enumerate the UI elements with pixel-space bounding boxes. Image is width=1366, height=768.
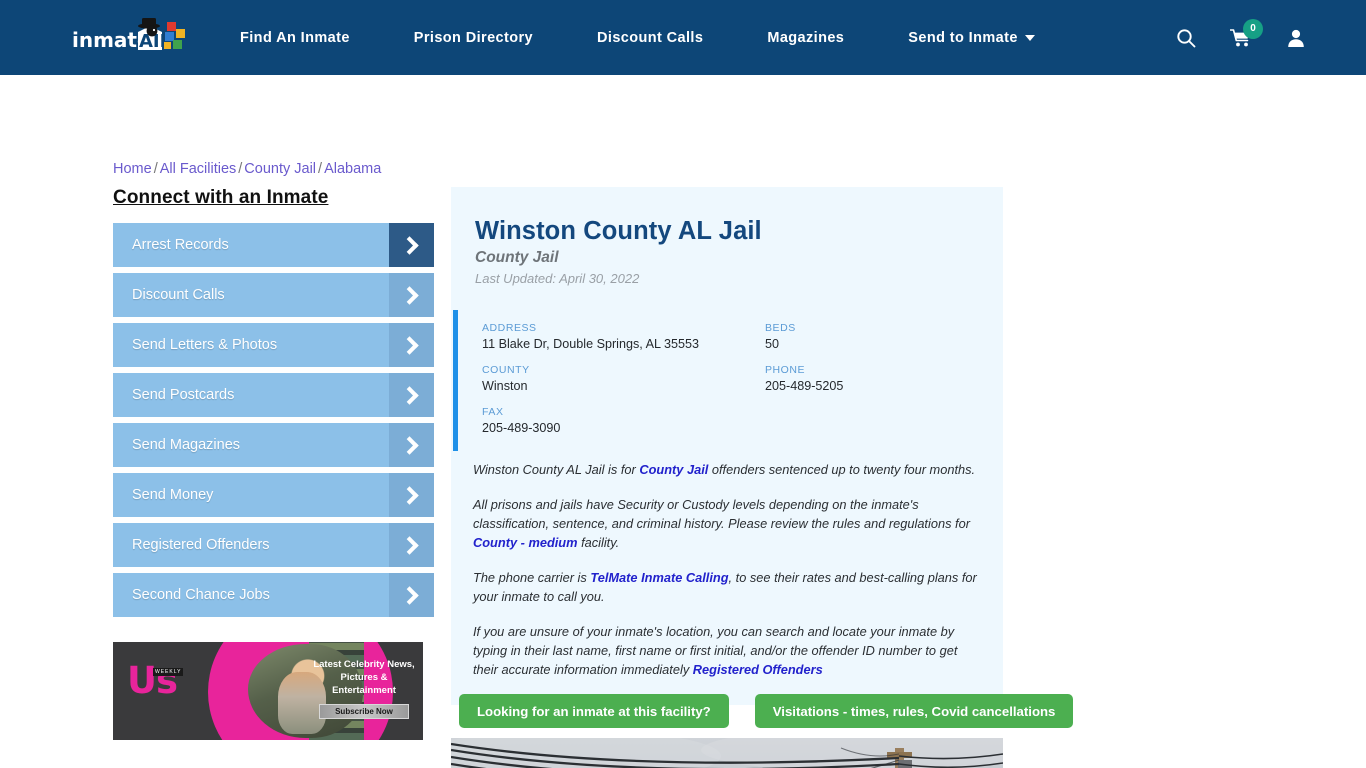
page-title: Winston County AL Jail [475,217,762,245]
nav-prison-directory[interactable]: Prison Directory [414,30,533,46]
description-paragraph-3: The phone carrier is TelMate Inmate Call… [473,569,979,607]
link-county-jail[interactable]: County Jail [639,462,708,477]
chevron-right-icon [389,273,434,317]
chevron-right-icon [389,373,434,417]
sidebar-item-send-money[interactable]: Send Money [113,473,434,517]
sidebar-item-send-letters-photos[interactable]: Send Letters & Photos [113,323,434,367]
link-registered-offenders[interactable]: Registered Offenders [693,662,823,677]
detail-label: COUNTY [482,364,530,376]
description-paragraph-2: All prisons and jails have Security or C… [473,496,979,553]
sidebar-item-discount-calls[interactable]: Discount Calls [113,273,434,317]
breadcrumb-separator-2: / [238,161,243,177]
cart-count-badge: 0 [1243,18,1263,39]
facility-photo-image [451,738,1003,768]
chevron-right-icon [389,223,434,267]
sidebar-item-label: Second Chance Jobs [132,587,270,603]
nav-magazines[interactable]: Magazines [767,30,844,46]
cta-button-row: Looking for an inmate at this facility? … [459,694,1074,728]
link-telmate-inmate-calling[interactable]: TelMate Inmate Calling [590,570,728,585]
sidebar: Connect with an Inmate Arrest Records Di… [113,187,434,623]
facility-type: County Jail [475,249,559,266]
detail-address: ADDRESS 11 Blake Dr, Double Springs, AL … [482,322,765,351]
facility-photo [451,738,1003,768]
detail-fax: FAX 205-489-3090 [482,406,765,435]
chevron-right-icon [389,423,434,467]
facility-details-grid: ADDRESS 11 Blake Dr, Double Springs, AL … [453,310,1003,451]
advertisement-banner[interactable]: Us WEEKLY Latest Celebrity News, Picture… [113,642,423,740]
detail-value: 205-489-5205 [765,379,844,393]
detail-value: 205-489-3090 [482,421,561,435]
main-navigation: Find An Inmate Prison Directory Discount… [240,0,1035,75]
sidebar-item-label: Send Magazines [132,437,241,453]
ad-subscribe-button[interactable]: Subscribe Now [319,704,409,719]
nav-send-to-inmate[interactable]: Send to Inmate [908,30,1035,46]
user-account-icon[interactable] [1286,28,1306,48]
sidebar-item-label: Discount Calls [132,287,225,303]
chevron-down-icon [1024,34,1035,41]
visitations-button[interactable]: Visitations - times, rules, Covid cancel… [754,694,1074,728]
detail-value: 11 Blake Dr, Double Springs, AL 35553 [482,337,700,351]
p2-text-a: All prisons and jails have Security or C… [473,496,970,531]
sidebar-item-send-postcards[interactable]: Send Postcards [113,373,434,417]
facility-description: Winston County AL Jail is for County Jai… [451,451,1003,705]
detail-label: FAX [482,406,504,418]
sidebar-item-send-magazines[interactable]: Send Magazines [113,423,434,467]
sidebar-item-label: Send Postcards [132,387,235,403]
sidebar-item-second-chance-jobs[interactable]: Second Chance Jobs [113,573,434,617]
detail-value: 50 [765,337,780,351]
ad-brand-sublabel: WEEKLY [153,668,184,676]
breadcrumb-separator-1: / [153,161,158,177]
detail-phone: PHONE 205-489-5205 [765,364,1003,393]
nav-find-an-inmate[interactable]: Find An Inmate [240,30,350,46]
sidebar-item-label: Send Letters & Photos [132,337,278,353]
search-icon[interactable] [1176,28,1196,48]
breadcrumb-all-facilities[interactable]: All Facilities [160,161,237,177]
inmateaid-logo[interactable]: inmate AID [72,16,194,60]
sidebar-item-label: Arrest Records [132,237,229,253]
breadcrumb-alabama[interactable]: Alabama [324,161,381,177]
breadcrumb-home[interactable]: Home [113,161,152,177]
detail-label: PHONE [765,364,806,376]
p2-text-b: facility. [577,534,620,550]
link-county-medium[interactable]: County - medium [473,535,578,550]
description-paragraph-4: If you are unsure of your inmate's locat… [473,623,979,680]
site-header: inmate AID Find An Inmate Prison Directo… [0,0,1366,75]
breadcrumb-county-jail[interactable]: County Jail [244,161,316,177]
sidebar-title: Connect with an Inmate [113,187,329,208]
facility-info-card: Winston County AL Jail County Jail Last … [451,187,1003,706]
chevron-right-icon [389,323,434,367]
description-paragraph-1: Winston County AL Jail is for County Jai… [473,461,979,480]
facility-header: Winston County AL Jail County Jail Last … [451,207,1003,286]
header-icon-group: 0 [1176,0,1306,75]
detail-beds: BEDS 50 [765,322,1003,351]
breadcrumb: Home / All Facilities / County Jail / Alabama [113,161,381,177]
p1-text-b: offenders sentenced up to twenty four mo… [708,462,976,477]
cart-icon[interactable]: 0 [1230,18,1263,48]
chevron-right-icon [389,573,434,617]
nav-discount-calls[interactable]: Discount Calls [597,30,703,46]
detail-label: ADDRESS [482,322,537,334]
p3-text-a: The phone carrier is [473,569,591,585]
nav-send-to-inmate-label: Send to Inmate [908,29,1018,46]
last-updated-text: Last Updated: April 30, 2022 [475,271,640,286]
inmate-search-button[interactable]: Looking for an inmate at this facility? [459,694,729,728]
detail-label: BEDS [765,322,796,334]
sidebar-item-label: Send Money [132,487,214,503]
chevron-right-icon [389,523,434,567]
sidebar-item-arrest-records[interactable]: Arrest Records [113,223,434,267]
sidebar-item-registered-offenders[interactable]: Registered Offenders [113,523,434,567]
chevron-right-icon [389,473,434,517]
detail-value: Winston [482,379,528,393]
logo-icon: inmate AID [72,17,185,52]
sidebar-item-label: Registered Offenders [132,537,270,553]
p1-text-a: Winston County AL Jail is for [473,462,640,477]
breadcrumb-separator-3: / [318,161,323,177]
ad-headline: Latest Celebrity News, Pictures & Entert… [313,659,415,697]
detail-county: COUNTY Winston [482,364,765,393]
detail-empty [765,406,1003,435]
